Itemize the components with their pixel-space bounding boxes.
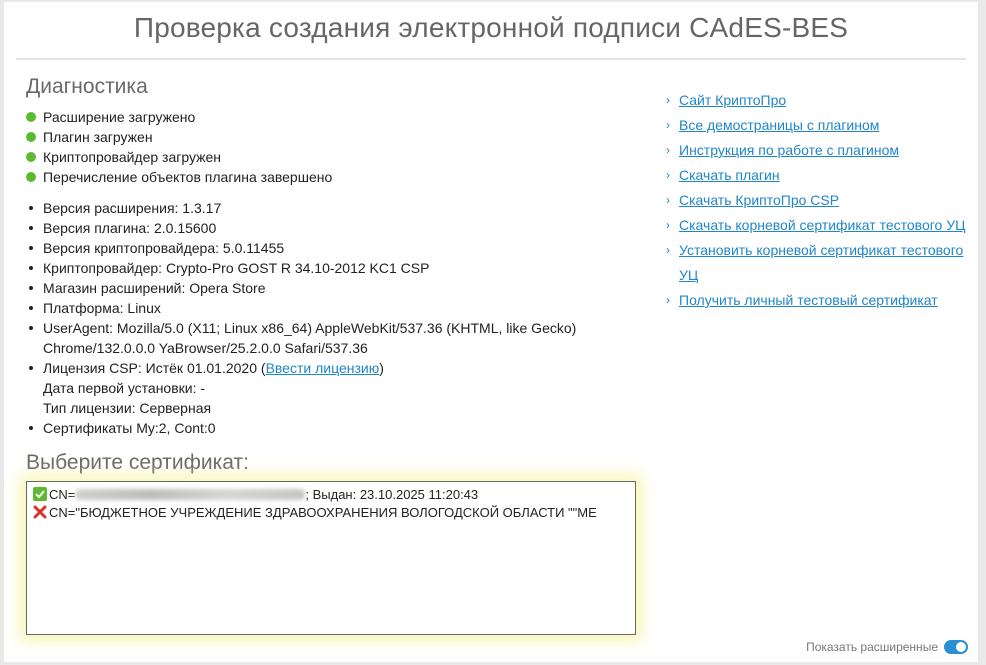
window-edge	[978, 0, 986, 665]
link-cryptopro-site[interactable]: Сайт КриптоПро	[679, 92, 786, 108]
side-link-item: Скачать КриптоПро CSP	[666, 188, 976, 213]
status-item: Криптопровайдер загружен	[26, 147, 332, 167]
advanced-toggle-row: Показать расширенные	[806, 640, 968, 654]
status-item-label: Расширение загружено	[43, 109, 196, 125]
certificate-option-invalid[interactable]: CN="БЮДЖЕТНОЕ УЧРЕЖДЕНИЕ ЗДРАВООХРАНЕНИЯ…	[27, 504, 635, 522]
link-download-root-cert[interactable]: Скачать корневой сертификат тестового УЦ	[679, 217, 965, 233]
certificate-issued: ; Выдан: 23.10.2025 11:20:43	[305, 487, 479, 502]
enter-license-link[interactable]: Ввести лицензию	[266, 360, 380, 376]
side-link-item: Все демостраницы с плагином	[666, 113, 976, 138]
link-install-root-cert[interactable]: Установить корневой сертификат тестового…	[679, 242, 963, 283]
redacted-name	[75, 489, 306, 500]
status-list: Расширение загружено Плагин загружен Кри…	[26, 107, 332, 187]
info-useragent: UserAgent: Mozilla/5.0 (X11; Linux x86_6…	[26, 318, 646, 358]
status-ok-icon	[26, 152, 36, 162]
side-link-item: Сайт КриптоПро	[666, 88, 976, 113]
status-item: Расширение загружено	[26, 107, 332, 127]
license-prefix: Лицензия CSP: Истёк 01.01.2020 (	[43, 360, 266, 376]
advanced-toggle-label: Показать расширенные	[806, 640, 938, 654]
useragent-line1: UserAgent: Mozilla/5.0 (X11; Linux x86_6…	[43, 320, 577, 336]
info-license: Лицензия CSP: Истёк 01.01.2020 (Ввести л…	[26, 358, 646, 378]
certificate-cn-prefix: CN=	[49, 487, 76, 502]
side-links: Сайт КриптоПро Все демостраницы с плагин…	[666, 88, 976, 313]
info-plugin-version: Версия плагина: 2.0.15600	[26, 218, 646, 238]
license-suffix: )	[379, 360, 384, 376]
status-item-label: Перечисление объектов плагина завершено	[43, 169, 333, 185]
advanced-toggle-switch[interactable]	[944, 640, 968, 654]
status-ok-icon	[26, 172, 36, 182]
side-link-item: Получить личный тестовый сертификат	[666, 288, 976, 313]
useragent-line2: Chrome/132.0.0.0 YaBrowser/25.2.0.0 Safa…	[43, 340, 368, 356]
check-mark-icon	[33, 487, 47, 501]
cross-mark-icon	[33, 505, 47, 519]
info-csp-name: Криптопровайдер: Crypto-Pro GOST R 34.10…	[26, 258, 646, 278]
link-get-test-cert[interactable]: Получить личный тестовый сертификат	[679, 292, 938, 308]
certificate-cn: CN="БЮДЖЕТНОЕ УЧРЕЖДЕНИЕ ЗДРАВООХРАНЕНИЯ…	[49, 505, 597, 520]
side-link-item: Скачать корневой сертификат тестового УЦ	[666, 213, 976, 238]
info-license-type: Тип лицензии: Серверная	[43, 400, 212, 416]
status-item-label: Криптопровайдер загружен	[43, 149, 222, 165]
certificate-option-valid[interactable]: CN= ; Выдан: 23.10.2025 11:20:43	[27, 486, 635, 504]
link-all-demos[interactable]: Все демостраницы с плагином	[679, 117, 879, 133]
certificate-select-heading: Выберите сертификат:	[26, 451, 249, 474]
status-item-label: Плагин загружен	[43, 129, 153, 145]
certificate-listbox[interactable]: CN= ; Выдан: 23.10.2025 11:20:43 CN="БЮДЖ…	[26, 481, 636, 635]
info-list: Версия расширения: 1.3.17 Версия плагина…	[26, 198, 646, 438]
side-link-item: Инструкция по работе с плагином	[666, 138, 976, 163]
link-download-csp[interactable]: Скачать КриптоПро CSP	[679, 192, 839, 208]
status-ok-icon	[26, 112, 36, 122]
page-title: Проверка создания электронной подписи CA…	[133, 12, 849, 43]
info-first-install: Дата первой установки: -	[43, 380, 206, 396]
link-plugin-guide[interactable]: Инструкция по работе с плагином	[679, 142, 899, 158]
side-link-item: Установить корневой сертификат тестового…	[666, 238, 976, 288]
info-store: Магазин расширений: Opera Store	[26, 278, 646, 298]
info-certificates: Сертификаты My:2, Cont:0	[26, 418, 646, 438]
info-platform: Платформа: Linux	[26, 298, 646, 318]
status-ok-icon	[26, 132, 36, 142]
status-item: Плагин загружен	[26, 127, 332, 147]
main-panel: Проверка создания электронной подписи CA…	[4, 2, 978, 662]
title-divider	[16, 58, 966, 60]
status-item: Перечисление объектов плагина завершено	[26, 167, 332, 187]
info-extension-version: Версия расширения: 1.3.17	[26, 198, 646, 218]
diagnostics-heading: Диагностика	[26, 75, 148, 98]
side-link-item: Скачать плагин	[666, 163, 976, 188]
link-download-plugin[interactable]: Скачать плагин	[679, 167, 780, 183]
info-csp-version: Версия криптопровайдера: 5.0.11455	[26, 238, 646, 258]
